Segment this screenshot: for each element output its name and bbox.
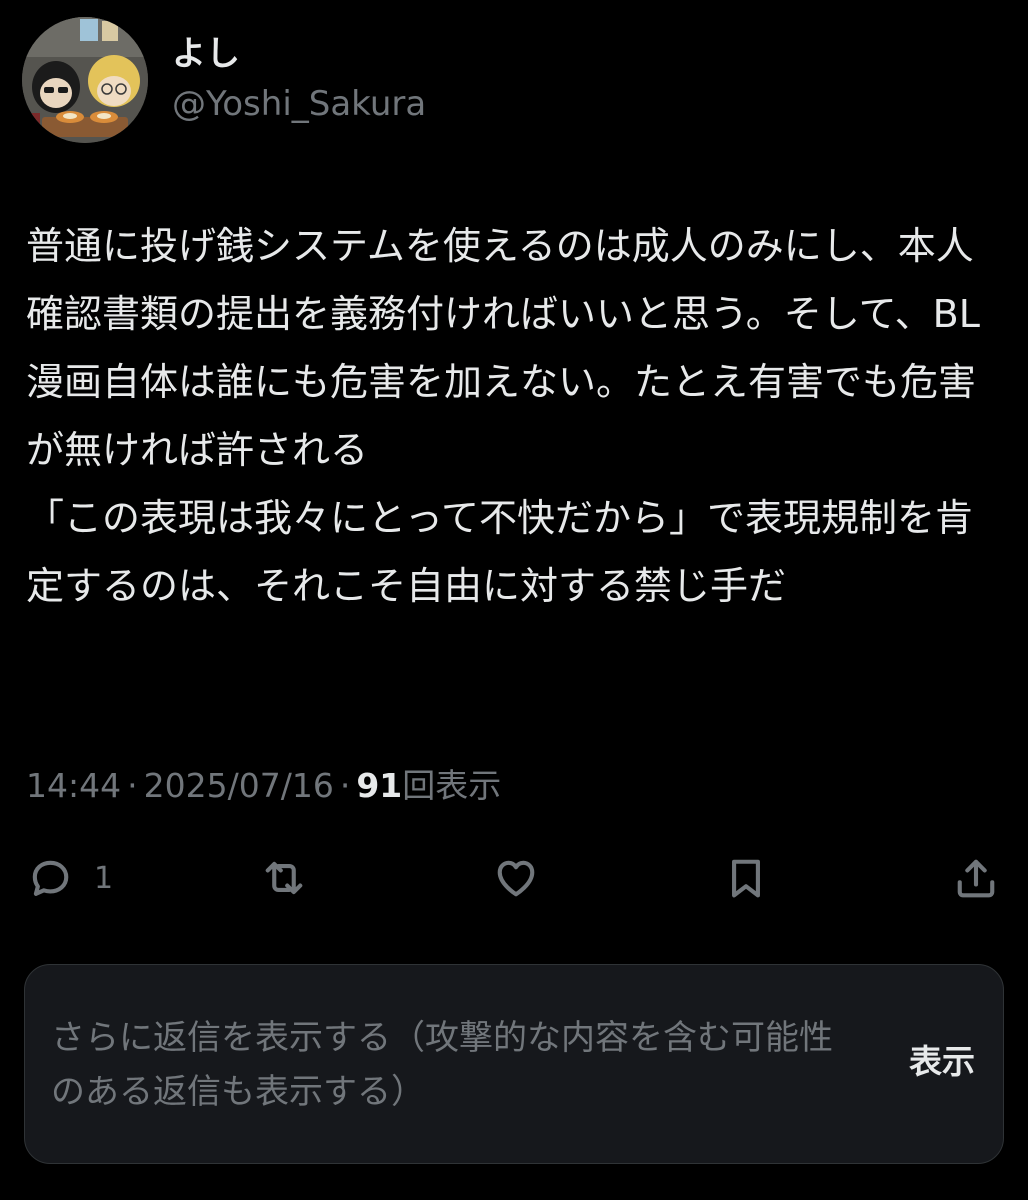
reply-count: 1 (94, 860, 114, 896)
show-more-replies-button[interactable]: 表示 (909, 1035, 975, 1089)
tweet-date[interactable]: 2025/07/16 (144, 766, 334, 805)
retweet-icon (265, 861, 303, 895)
author-display-name[interactable]: よし (172, 32, 426, 76)
views-label: 回表示 (402, 766, 502, 805)
share-icon (957, 859, 995, 898)
meta-separator: · (127, 766, 138, 805)
share-button[interactable] (950, 842, 1002, 914)
retweet-button[interactable] (258, 842, 310, 914)
bookmark-icon (732, 859, 760, 898)
views-count[interactable]: 91 (356, 766, 402, 805)
author-handle[interactable]: @Yoshi_Sakura (172, 80, 426, 128)
avatar-image (22, 17, 148, 143)
tweet-meta: 14:44 · 2025/07/16 · 91回表示 (26, 756, 501, 816)
bookmark-button[interactable] (720, 842, 772, 914)
like-button[interactable] (490, 842, 542, 914)
tweet-text: 普通に投げ銭システムを使えるのは成人のみにし、本人確認書類の提出を義務付ければい… (26, 224, 980, 608)
reply-button[interactable]: 1 (24, 842, 113, 914)
more-replies-text: さらに返信を表示する（攻撃的な内容を含む可能性のある返信も表示する） (51, 1018, 833, 1112)
more-replies-panel: さらに返信を表示する（攻撃的な内容を含む可能性のある返信も表示する） 表示 (24, 964, 1004, 1164)
tweet-detail: よし @Yoshi_Sakura 普通に投げ銭システムを使えるのは成人のみにし、… (0, 0, 1028, 1200)
author-identity: よし @Yoshi_Sakura (172, 32, 426, 128)
like-icon (497, 860, 535, 897)
meta-separator: · (339, 766, 351, 805)
reply-icon (32, 860, 69, 896)
tweet-time[interactable]: 14:44 (26, 766, 121, 805)
avatar[interactable] (22, 17, 148, 143)
tweet-header: よし @Yoshi_Sakura (22, 16, 426, 144)
action-bar: 1 (0, 842, 1028, 914)
